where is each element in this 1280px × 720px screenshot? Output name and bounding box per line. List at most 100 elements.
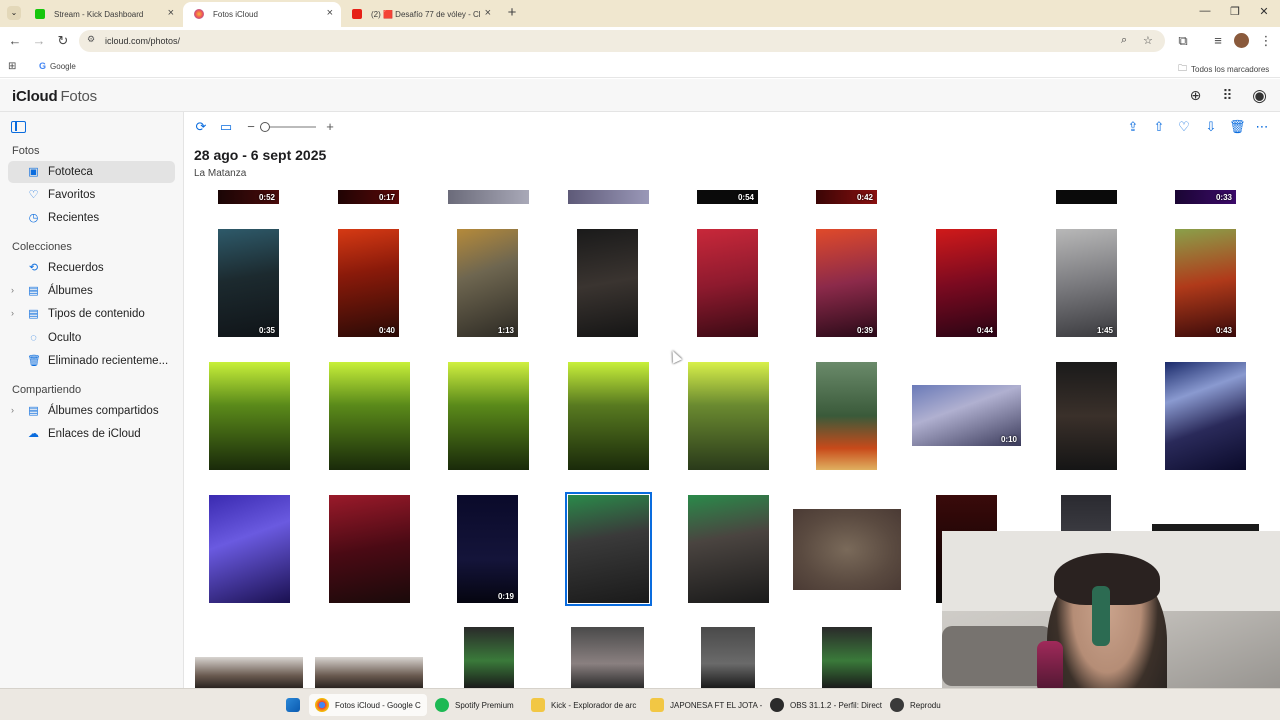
- app-grid-icon[interactable]: ⠿: [1219, 87, 1236, 104]
- photo-thumbnail[interactable]: 1:45: [1056, 229, 1117, 337]
- zoom-slider-knob[interactable]: [260, 122, 270, 132]
- browser-tab-kick[interactable]: Stream - Kick Dashboard ×: [24, 2, 182, 27]
- photo-thumbnail[interactable]: 0:42: [816, 190, 877, 204]
- photo-thumbnail[interactable]: [701, 627, 755, 688]
- all-bookmarks[interactable]: 🗀 Todos los marcadores: [1178, 61, 1269, 77]
- photo-thumbnail[interactable]: 0:40: [338, 229, 399, 337]
- profile-avatar[interactable]: [1234, 33, 1249, 48]
- photo-thumbnail[interactable]: [329, 362, 410, 470]
- calendar-view-icon[interactable]: ▭: [218, 119, 234, 135]
- photo-thumbnail[interactable]: [568, 190, 649, 204]
- add-icon[interactable]: ⊕: [1187, 87, 1204, 104]
- sidebar-item-recientes[interactable]: ◷ Recientes: [8, 207, 175, 229]
- photo-thumbnail[interactable]: 0:10: [912, 385, 1021, 446]
- photo-thumbnail[interactable]: 0:44: [936, 229, 997, 337]
- extensions-icon[interactable]: ⧉: [1175, 34, 1191, 48]
- taskbar-item-spotify[interactable]: Spotify Premium: [429, 694, 520, 716]
- back-arrow-icon[interactable]: ←: [7, 34, 23, 48]
- photo-thumbnail[interactable]: 0:52: [218, 190, 279, 204]
- sidebar-item-tipos-de-contenido[interactable]: › ▤ Tipos de contenido: [8, 303, 175, 325]
- photo-thumbnail[interactable]: 0:33: [1175, 190, 1236, 204]
- photo-thumbnail[interactable]: 0:17: [338, 190, 399, 204]
- close-tab-icon[interactable]: ×: [168, 7, 174, 19]
- delete-trash-icon[interactable]: 🗑: [1229, 119, 1246, 135]
- sidebar-item-albumes[interactable]: › ▤ Álbumes: [8, 280, 175, 302]
- photo-thumbnail[interactable]: [209, 495, 290, 603]
- download-icon[interactable]: ⇩: [1203, 119, 1219, 135]
- sidebar-item-fototeca[interactable]: ▣ Fototeca: [8, 161, 175, 183]
- photo-thumbnail[interactable]: 1:13: [457, 229, 518, 337]
- chevron-right-icon[interactable]: ›: [11, 285, 14, 295]
- photo-thumbnail[interactable]: 0:54: [697, 190, 758, 204]
- taskbar-item-explorer-japonesa[interactable]: JAPONESA FT EL JOTA -: [644, 694, 768, 716]
- maximize-button[interactable]: ❐: [1225, 5, 1245, 18]
- forward-arrow-icon[interactable]: →: [31, 34, 47, 48]
- photo-thumbnail[interactable]: [329, 495, 410, 603]
- upload-icon[interactable]: ⇪: [1125, 119, 1141, 135]
- photo-thumbnail[interactable]: [1165, 362, 1246, 470]
- photo-thumbnail[interactable]: [315, 657, 423, 688]
- photo-thumbnail[interactable]: [209, 362, 290, 470]
- photo-thumbnail-selected[interactable]: [565, 492, 652, 606]
- close-window-button[interactable]: ✕: [1254, 5, 1274, 18]
- photo-thumbnail[interactable]: [793, 509, 901, 590]
- photo-thumbnail[interactable]: [577, 229, 638, 337]
- share-icon[interactable]: ⇧: [1151, 119, 1167, 135]
- photo-thumbnail[interactable]: [195, 657, 303, 688]
- photo-thumbnail[interactable]: [1056, 362, 1117, 470]
- media-control-icon[interactable]: ≡: [1210, 34, 1226, 48]
- bookmark-star-icon[interactable]: ☆: [1143, 34, 1153, 47]
- address-bar[interactable]: ⚙ icloud.com/photos/ ⌕ ☆: [79, 30, 1165, 52]
- sidebar-item-recuerdos[interactable]: ⟲ Recuerdos: [8, 257, 175, 279]
- taskbar-item-chrome[interactable]: Fotos iCloud - Google C: [309, 694, 427, 716]
- browser-menu-icon[interactable]: ⋮: [1258, 34, 1274, 48]
- browser-tab-youtube[interactable]: (2) 🟥 Desafío 77 de vóley - Cl... ×: [341, 2, 499, 27]
- favorite-heart-icon[interactable]: ♡: [1176, 119, 1192, 135]
- chevron-right-icon[interactable]: ›: [11, 405, 14, 415]
- sidebar-item-oculto[interactable]: ◌ Oculto: [8, 327, 175, 349]
- photo-thumbnail[interactable]: [1056, 190, 1117, 204]
- photo-thumbnail[interactable]: [448, 362, 529, 470]
- new-tab-button[interactable]: +: [505, 4, 519, 21]
- photo-thumbnail[interactable]: 0:35: [218, 229, 279, 337]
- sidebar-item-favoritos[interactable]: ♡ Favoritos: [8, 184, 175, 206]
- photo-thumbnail[interactable]: [816, 362, 877, 470]
- photo-thumbnail[interactable]: [688, 362, 769, 470]
- tab-search-button[interactable]: ⌄: [7, 6, 21, 20]
- bookmark-google[interactable]: G Google: [39, 61, 76, 71]
- icloud-logo[interactable]: iCloud Fotos: [12, 88, 97, 105]
- close-tab-icon[interactable]: ×: [485, 7, 491, 19]
- minimize-button[interactable]: —: [1195, 5, 1215, 17]
- photo-thumbnail[interactable]: [822, 627, 872, 688]
- sidebar-item-eliminado-recientemente[interactable]: 🗑 Eliminado recienteme...: [8, 350, 175, 372]
- rotate-icon[interactable]: ⟳: [193, 119, 209, 135]
- photo-thumbnail[interactable]: [697, 229, 758, 337]
- apps-grid-icon[interactable]: ⊞: [8, 61, 16, 72]
- taskbar-item-media-player[interactable]: Reprodu: [884, 694, 944, 716]
- photo-thumbnail[interactable]: [568, 362, 649, 470]
- browser-tab-icloud[interactable]: Fotos iCloud ×: [183, 2, 341, 27]
- url-text[interactable]: icloud.com/photos/: [105, 36, 180, 46]
- reload-icon[interactable]: ↻: [55, 34, 71, 48]
- account-icon[interactable]: ◉: [1251, 87, 1268, 104]
- sidebar-item-enlaces-icloud[interactable]: ☁ Enlaces de iCloud: [8, 423, 175, 445]
- photo-thumbnail[interactable]: 0:39: [816, 229, 877, 337]
- zoom-icon[interactable]: ⌕: [1121, 34, 1127, 47]
- taskbar-item-explorer-kick[interactable]: Kick - Explorador de arc: [525, 694, 642, 716]
- zoom-in-icon[interactable]: +: [322, 119, 338, 134]
- photo-thumbnail[interactable]: 0:19: [457, 495, 518, 603]
- site-info-icon[interactable]: ⚙: [87, 34, 95, 45]
- start-button[interactable]: [282, 694, 304, 716]
- photo-thumbnail[interactable]: [571, 627, 644, 688]
- more-options-icon[interactable]: ⋯: [1254, 119, 1270, 135]
- photo-thumbnail[interactable]: [464, 627, 514, 688]
- sidebar-toggle-icon[interactable]: [11, 121, 26, 133]
- sidebar-item-albumes-compartidos[interactable]: › ▤ Álbumes compartidos: [8, 400, 175, 422]
- close-tab-icon[interactable]: ×: [327, 7, 333, 19]
- photo-thumbnail[interactable]: [688, 495, 769, 603]
- zoom-out-icon[interactable]: −: [243, 119, 259, 134]
- photo-thumbnail[interactable]: [448, 190, 529, 204]
- chevron-right-icon[interactable]: ›: [11, 308, 14, 318]
- photo-thumbnail[interactable]: [1061, 495, 1111, 531]
- taskbar-item-obs[interactable]: OBS 31.1.2 - Perfil: Direct: [764, 694, 888, 716]
